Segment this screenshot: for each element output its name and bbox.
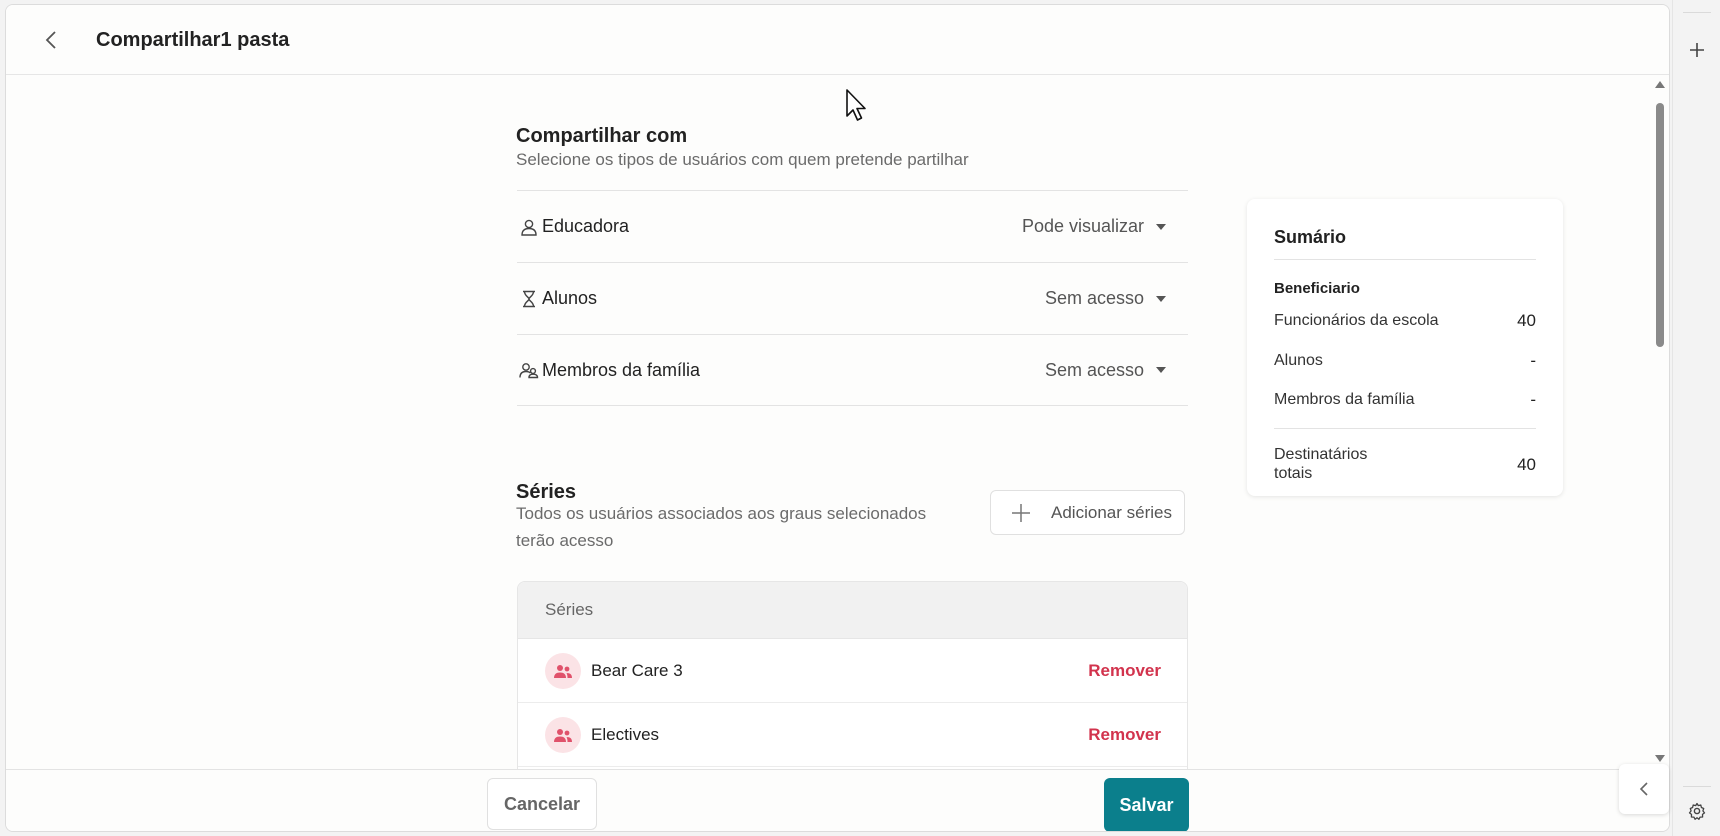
summary-row: Membros da família -	[1274, 390, 1536, 410]
share-with-subtitle: Selecione os tipos de usuários com quem …	[516, 150, 969, 169]
share-row-label: Membros da família	[542, 359, 701, 380]
summary-row: Funcionários da escola 40	[1274, 311, 1536, 331]
remove-button[interactable]: Remover	[1088, 661, 1161, 681]
gear-icon	[1688, 802, 1706, 820]
series-table: Séries Bear Care 3 Remover Electives Rem…	[517, 581, 1188, 769]
plus-icon	[1690, 43, 1704, 57]
summary-section-title: Beneficiario	[1274, 280, 1360, 297]
scroll-thumb[interactable]	[1656, 103, 1664, 347]
family-icon	[518, 359, 540, 381]
summary-total-value: 40	[1517, 455, 1536, 474]
plus-icon	[991, 503, 1051, 523]
rail-divider	[1683, 12, 1711, 13]
caret-down-icon	[1156, 295, 1166, 302]
caret-down-icon	[1156, 223, 1166, 230]
share-with-title: Compartilhar com	[516, 125, 688, 147]
remove-button[interactable]: Remover	[1088, 725, 1161, 745]
summary-divider	[1274, 259, 1536, 260]
permission-select-educadora[interactable]: Pode visualizar	[1022, 216, 1166, 237]
cancel-button[interactable]: Cancelar	[487, 778, 597, 830]
table-row: Bear Care 3 Remover	[518, 639, 1187, 703]
group-icon	[554, 728, 572, 742]
summary-row-label: Alunos	[1274, 352, 1323, 369]
summary-row-value: -	[1530, 390, 1536, 409]
share-folder-dialog: Compartilhar1 pasta Compartilhar com Sel…	[5, 4, 1670, 832]
series-name: Electives	[591, 724, 660, 744]
mouse-cursor-icon	[846, 89, 866, 121]
table-row: Electives Remover	[518, 703, 1187, 767]
share-row-label: Educadora	[542, 216, 630, 236]
save-button[interactable]: Salvar	[1104, 778, 1189, 831]
right-rail	[1672, 0, 1720, 836]
summary-title: Sumário	[1274, 227, 1347, 247]
settings-button[interactable]	[1683, 797, 1711, 825]
permission-select-alunos[interactable]: Sem acesso	[1045, 288, 1166, 309]
back-button[interactable]	[36, 25, 66, 55]
chevron-left-icon	[1639, 782, 1648, 796]
add-series-label: Adicionar séries	[1051, 503, 1172, 522]
share-row-educadora: Educadora Pode visualizar	[517, 190, 1188, 262]
summary-row-value: 40	[1517, 311, 1536, 330]
series-subtitle: Todos os usuários associados aos graus s…	[516, 504, 927, 550]
summary-row-label: Funcionários da escola	[1274, 312, 1439, 329]
permission-select-membros[interactable]: Sem acesso	[1045, 360, 1166, 381]
summary-row-label: Membros da família	[1274, 391, 1415, 408]
scroll-down-icon[interactable]	[1655, 755, 1665, 762]
permission-value: Sem acesso	[1044, 288, 1144, 308]
summary-total-label: Destinatários totais	[1274, 446, 1368, 482]
summary-row: Alunos -	[1274, 351, 1536, 371]
add-series-button[interactable]: Adicionar séries	[990, 490, 1185, 535]
share-row-label: Alunos	[542, 288, 598, 308]
chevron-left-icon	[45, 31, 56, 49]
group-icon	[554, 664, 572, 678]
scroll-up-icon[interactable]	[1655, 81, 1665, 88]
hourglass-icon	[518, 288, 540, 310]
summary-divider	[1274, 428, 1536, 429]
permission-value: Sem acesso	[1044, 359, 1144, 380]
permission-value: Pode visualizar	[1021, 216, 1144, 236]
dialog-header: Compartilhar1 pasta	[6, 5, 1669, 75]
add-button[interactable]	[1683, 36, 1711, 64]
dialog-content: Compartilhar com Selecione os tipos de u…	[6, 75, 1669, 769]
summary-card: Sumário Beneficiario Funcionários da esc…	[1247, 199, 1563, 496]
dialog-footer: Cancelar Salvar	[6, 769, 1669, 831]
series-table-header: Séries	[518, 582, 1187, 639]
collapse-panel-button[interactable]	[1619, 764, 1669, 814]
share-row-membros: Membros da família Sem acesso	[517, 334, 1188, 406]
group-avatar	[545, 652, 581, 689]
group-avatar	[545, 716, 581, 753]
caret-down-icon	[1156, 367, 1166, 373]
rail-divider	[1683, 786, 1711, 787]
summary-row-value: -	[1530, 351, 1536, 370]
scrollbar[interactable]	[1651, 75, 1669, 769]
page-title: Compartilhar1 pasta	[96, 29, 290, 51]
series-name: Bear Care 3	[591, 660, 683, 680]
share-row-alunos: Alunos Sem acesso	[517, 262, 1188, 334]
person-icon	[518, 216, 540, 238]
